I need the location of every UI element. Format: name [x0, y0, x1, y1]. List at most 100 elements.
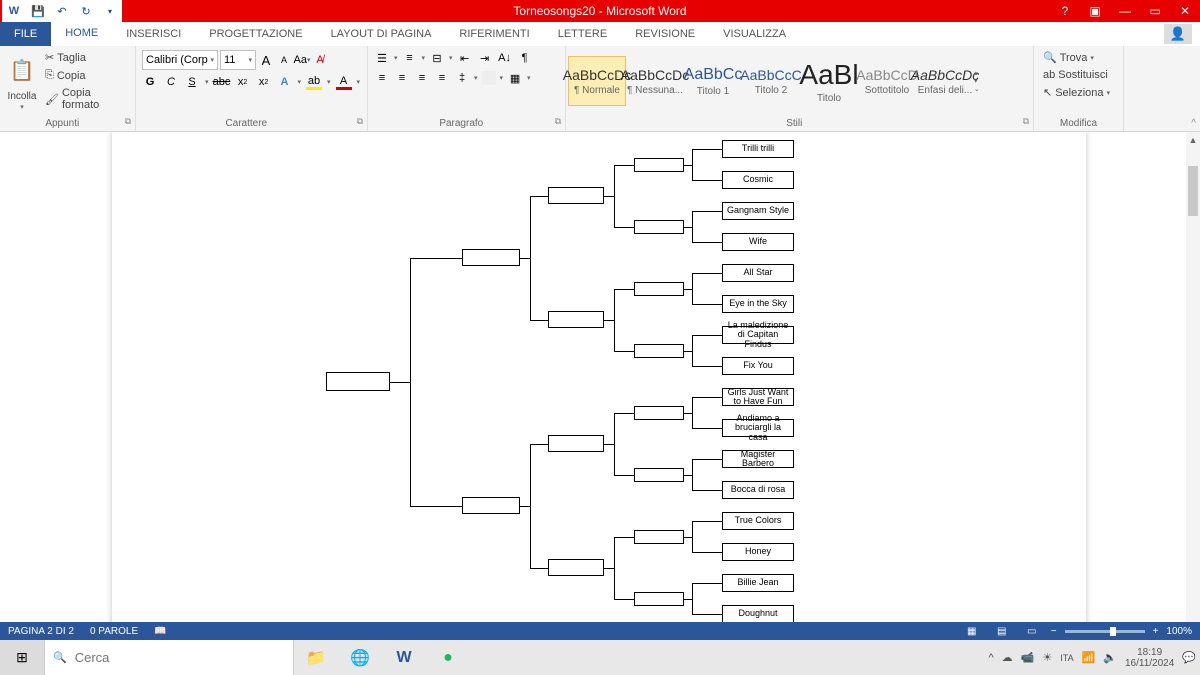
line-spacing-button[interactable]: ‡: [454, 70, 470, 86]
word-icon[interactable]: W: [2, 0, 26, 22]
shading-button[interactable]: [482, 71, 496, 85]
tab-page-layout[interactable]: LAYOUT DI PAGINA: [317, 22, 446, 46]
save-button[interactable]: 💾: [26, 0, 50, 22]
paragraph-launcher[interactable]: ⧉: [555, 116, 565, 131]
tab-file[interactable]: FILE: [0, 22, 51, 46]
file-explorer-icon[interactable]: 📁: [294, 640, 338, 675]
copy-button[interactable]: ⎘Copia: [42, 68, 129, 83]
format-painter-button[interactable]: 🖌Copia formato: [42, 86, 129, 112]
wifi-icon[interactable]: 📶: [1082, 651, 1096, 664]
font-color-button[interactable]: A: [336, 74, 352, 90]
taskbar-search[interactable]: 🔍: [44, 640, 294, 675]
italic-button[interactable]: C: [163, 74, 179, 90]
print-layout-button[interactable]: ▤: [991, 624, 1013, 638]
paste-button[interactable]: Incolla: [8, 91, 37, 102]
tab-mailings[interactable]: LETTERE: [544, 22, 622, 46]
highlight-button[interactable]: ab: [306, 74, 322, 90]
web-layout-button[interactable]: ▭: [1021, 624, 1043, 638]
style-emphasis[interactable]: AaBbCcDcEnfasi deli...: [916, 56, 974, 106]
tab-insert[interactable]: INSERISCI: [112, 22, 195, 46]
font-name-select[interactable]: Calibri (Corp▾: [142, 50, 218, 70]
search-input[interactable]: [75, 650, 285, 665]
read-mode-button[interactable]: ▦: [961, 624, 983, 638]
grow-font-button[interactable]: A: [258, 52, 274, 68]
style-subtitle[interactable]: AaBbCcDSottotitolo: [858, 56, 916, 106]
find-button[interactable]: 🔍Trova▾: [1040, 50, 1097, 65]
increase-indent-button[interactable]: ⇥: [477, 50, 493, 66]
cut-button[interactable]: ✂Taglia: [42, 50, 129, 65]
maximize-button[interactable]: ▭: [1140, 0, 1170, 22]
zoom-in-button[interactable]: +: [1153, 626, 1159, 637]
proofing-icon[interactable]: 📖: [154, 626, 166, 637]
text-effects-button[interactable]: A: [277, 74, 293, 90]
tab-review[interactable]: REVISIONE: [621, 22, 709, 46]
help-button[interactable]: ?: [1050, 0, 1080, 22]
word-taskbar-icon[interactable]: W: [382, 640, 426, 675]
multilevel-list-button[interactable]: ⊟: [429, 50, 445, 66]
meet-now-icon[interactable]: 📹: [1021, 651, 1035, 664]
undo-button[interactable]: ↶: [50, 0, 74, 22]
zoom-out-button[interactable]: −: [1051, 626, 1057, 637]
strikethrough-button[interactable]: abc: [214, 74, 230, 90]
decrease-indent-button[interactable]: ⇤: [457, 50, 473, 66]
shrink-font-button[interactable]: A: [276, 52, 292, 68]
styles-gallery-more[interactable]: ▴▾⌄: [974, 69, 980, 93]
start-button[interactable]: ⊞: [0, 640, 44, 675]
style-heading1[interactable]: AaBbCcTitolo 1: [684, 56, 742, 106]
paste-dropdown[interactable]: ▾: [20, 103, 24, 111]
borders-button[interactable]: ▦: [507, 70, 523, 86]
tab-references[interactable]: RIFERIMENTI: [445, 22, 543, 46]
style-heading2[interactable]: AaBbCcCTitolo 2: [742, 56, 800, 106]
tab-design[interactable]: PROGETTAZIONE: [195, 22, 316, 46]
volume-icon[interactable]: 🔈: [1103, 651, 1117, 664]
chrome-icon[interactable]: 🌐: [338, 640, 382, 675]
ribbon-display-button[interactable]: ▣: [1080, 0, 1110, 22]
bold-button[interactable]: G: [142, 74, 158, 90]
tab-view[interactable]: VISUALIZZA: [709, 22, 800, 46]
styles-launcher[interactable]: ⧉: [1023, 116, 1033, 131]
account-icon[interactable]: 👤: [1164, 24, 1192, 44]
scroll-up-button[interactable]: ▲: [1186, 132, 1200, 148]
show-marks-button[interactable]: ¶: [517, 50, 533, 66]
qat-customize[interactable]: ▾: [98, 0, 122, 22]
bullets-button[interactable]: ☰: [374, 50, 390, 66]
redo-button[interactable]: ↻: [74, 0, 98, 22]
style-title[interactable]: AaBlTitolo: [800, 56, 858, 106]
style-normal[interactable]: AaBbCcDc¶ Normale: [568, 56, 626, 106]
notifications-icon[interactable]: 💬: [1182, 651, 1196, 664]
spotify-icon[interactable]: ●: [426, 640, 470, 675]
zoom-slider[interactable]: [1065, 630, 1145, 633]
onedrive-icon[interactable]: ☁: [1002, 651, 1013, 664]
font-launcher[interactable]: ⧉: [357, 116, 367, 131]
weather-icon[interactable]: ☀: [1042, 651, 1052, 664]
align-right-button[interactable]: ≡: [414, 70, 430, 86]
document-page[interactable]: Trilli trilliCosmicGangnam StyleWifeAll …: [112, 132, 1086, 640]
collapse-ribbon-button[interactable]: ^: [1191, 118, 1196, 129]
select-button[interactable]: ↖Seleziona▾: [1040, 85, 1113, 100]
style-no-spacing[interactable]: AaBbCcDc¶ Nessuna...: [626, 56, 684, 106]
justify-button[interactable]: ≡: [434, 70, 450, 86]
superscript-button[interactable]: x2: [256, 74, 272, 90]
change-case-button[interactable]: Aa▾: [294, 52, 310, 68]
close-button[interactable]: ✕: [1170, 0, 1200, 22]
clipboard-launcher[interactable]: ⧉: [125, 116, 135, 131]
underline-button[interactable]: S: [184, 74, 200, 90]
subscript-button[interactable]: x2: [235, 74, 251, 90]
zoom-level[interactable]: 100%: [1166, 626, 1192, 637]
sort-button[interactable]: A↓: [497, 50, 513, 66]
word-count[interactable]: 0 PAROLE: [90, 626, 138, 637]
page-indicator[interactable]: PAGINA 2 DI 2: [8, 626, 74, 637]
numbering-button[interactable]: ≡: [402, 50, 418, 66]
minimize-button[interactable]: —: [1110, 0, 1140, 22]
clock[interactable]: 18:19 16/11/2024: [1125, 647, 1174, 669]
paste-icon[interactable]: 📋: [6, 50, 38, 90]
language-indicator[interactable]: ITA: [1060, 653, 1073, 663]
align-left-button[interactable]: ≡: [374, 70, 390, 86]
align-center-button[interactable]: ≡: [394, 70, 410, 86]
tab-home[interactable]: HOME: [51, 22, 112, 46]
vertical-scrollbar[interactable]: ▲: [1186, 132, 1200, 640]
scroll-thumb[interactable]: [1188, 166, 1198, 216]
tray-chevron-icon[interactable]: ^: [988, 652, 993, 664]
clear-formatting-button[interactable]: A̸: [312, 52, 328, 68]
font-size-select[interactable]: 11▾: [220, 50, 256, 70]
